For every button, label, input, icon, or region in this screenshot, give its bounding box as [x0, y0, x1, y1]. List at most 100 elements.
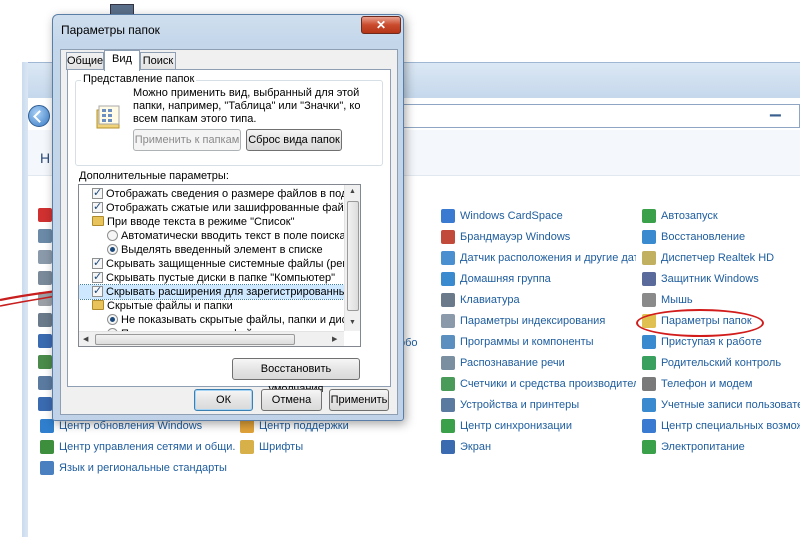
- setting-row[interactable]: Скрывать пустые диски в папке "Компьютер…: [79, 271, 344, 285]
- tab-search[interactable]: Поиск: [140, 52, 176, 70]
- setting-row-hide-extensions[interactable]: Скрывать расширения для зарегистрированн…: [79, 284, 345, 300]
- cp-item-devices[interactable]: Устройства и принтеры: [441, 396, 636, 414]
- display-icon: [441, 440, 455, 454]
- user-icon[interactable]: [38, 376, 52, 390]
- cp-item-label: Учетные записи пользователе: [661, 399, 800, 411]
- cp-item-recovery[interactable]: Восстановление: [642, 228, 800, 246]
- cp-item-label: Автозапуск: [661, 210, 718, 222]
- cp-item-defender[interactable]: Защитник Windows: [642, 270, 800, 288]
- setting-row[interactable]: Скрытые файлы и папки: [79, 299, 344, 313]
- folder-view-description: Можно применить вид, выбранный для этой …: [133, 87, 361, 125]
- folder-options-dialog: Параметры папок ✕ Общие Вид Поиск Предст…: [52, 14, 404, 421]
- cp-item-label: Диспетчер Realtek HD: [661, 252, 775, 264]
- cp-item-cardspace[interactable]: Windows CardSpace: [441, 207, 636, 225]
- homegroup-icon: [441, 272, 455, 286]
- cp-item-performance[interactable]: Счетчики и средства производител...: [441, 375, 636, 393]
- cp-item-network-center[interactable]: Центр управления сетями и общи...: [40, 438, 235, 456]
- checkbox[interactable]: [92, 285, 103, 298]
- display-icon[interactable]: [38, 334, 52, 348]
- cp-item-keyboard[interactable]: Клавиатура: [441, 291, 636, 309]
- cp-item-power[interactable]: Электропитание: [642, 438, 800, 456]
- cp-item-programs[interactable]: Программы и компоненты: [441, 333, 636, 351]
- power-icon: [642, 440, 656, 454]
- setting-row[interactable]: Отображать сведения о размере файлов в п…: [79, 187, 344, 201]
- autoplay-icon: [642, 209, 656, 223]
- device-icon[interactable]: [38, 250, 52, 264]
- cp-item-location[interactable]: Датчик расположения и другие дат...: [441, 249, 636, 267]
- setting-row[interactable]: Автоматически вводить текст в поле поиск…: [79, 229, 344, 243]
- cp-item-parental[interactable]: Родительский контроль: [642, 354, 800, 372]
- cp-item-phone-modem[interactable]: Телефон и модем: [642, 375, 800, 393]
- horizontal-scrollbar[interactable]: ◀ ▶: [79, 331, 344, 346]
- checkbox[interactable]: [92, 271, 103, 284]
- flash-icon[interactable]: [38, 208, 52, 222]
- folder-view-group: Представление папок Можно применить вид,…: [75, 73, 383, 166]
- cp-item-label: Датчик расположения и другие дат...: [460, 252, 636, 264]
- scroll-down-icon[interactable]: ▼: [349, 319, 356, 326]
- scroll-right-icon[interactable]: ▶: [332, 335, 337, 343]
- cp-item-user-accounts[interactable]: Учетные записи пользователе: [642, 396, 800, 414]
- vertical-scrollbar[interactable]: ▲ ▼: [344, 185, 360, 331]
- cp-item-accessibility[interactable]: Центр специальных возможн: [642, 417, 800, 435]
- checkbox[interactable]: [92, 257, 103, 270]
- minimize-icon[interactable]: ▁: [770, 100, 781, 117]
- setting-row[interactable]: Не показывать скрытые файлы, папки и дис…: [79, 313, 344, 327]
- tab-general[interactable]: Общие: [66, 52, 104, 70]
- restore-defaults-button[interactable]: Восстановить умолчания: [232, 358, 360, 395]
- cp-item-firewall[interactable]: Брандмауэр Windows: [441, 228, 636, 246]
- network-center-icon: [40, 440, 54, 454]
- defender-icon: [642, 272, 656, 286]
- vertical-scroll-thumb[interactable]: [347, 201, 359, 311]
- tab-view[interactable]: Вид: [104, 50, 140, 71]
- phone-icon: [642, 377, 656, 391]
- setting-label: Скрывать расширения для зарегистрированн…: [106, 286, 344, 298]
- setting-label: Не показывать скрытые файлы, папки и дис…: [121, 314, 344, 326]
- red-highlight-oval: [636, 309, 764, 337]
- cp-item-label: Мышь: [661, 294, 693, 306]
- windows-update-icon: [40, 419, 54, 433]
- cp-item-homegroup[interactable]: Домашняя группа: [441, 270, 636, 288]
- back-arrow-icon[interactable]: [28, 105, 50, 127]
- checkbox[interactable]: [92, 201, 103, 214]
- apply-button[interactable]: Применить: [329, 389, 389, 411]
- scroll-up-icon[interactable]: ▲: [349, 188, 356, 195]
- setting-row[interactable]: Скрывать защищенные системные файлы (рек…: [79, 257, 344, 271]
- keyboard-icon: [441, 293, 455, 307]
- apply-to-folders-button[interactable]: Применить к папкам: [133, 129, 241, 151]
- advanced-settings-label: Дополнительные параметры:: [79, 170, 229, 182]
- cp-item-display[interactable]: Экран: [441, 438, 636, 456]
- accessibility-icon: [642, 419, 656, 433]
- system-icon[interactable]: [38, 355, 52, 369]
- network-icon[interactable]: [38, 229, 52, 243]
- cp-item-sync[interactable]: Центр синхронизации: [441, 417, 636, 435]
- reset-folders-button[interactable]: Сброс вида папок: [246, 129, 342, 151]
- cp-item-region[interactable]: Язык и региональные стандарты: [40, 459, 240, 477]
- cancel-button[interactable]: Отмена: [261, 389, 322, 411]
- scroll-left-icon[interactable]: ◀: [83, 335, 88, 343]
- cp-item-speech[interactable]: Распознавание речи: [441, 354, 636, 372]
- cp-item-label: Домашняя группа: [460, 273, 551, 285]
- radio-button[interactable]: [107, 314, 118, 325]
- cp-item-fonts[interactable]: Шрифты: [240, 438, 400, 456]
- cp-item-label: Брандмауэр Windows: [460, 231, 571, 243]
- setting-row[interactable]: Отображать сжатые или зашифрованные файл…: [79, 201, 344, 215]
- update-icon[interactable]: [38, 397, 52, 411]
- radio-button[interactable]: [107, 230, 118, 241]
- cp-item-indexing[interactable]: Параметры индексирования: [441, 312, 636, 330]
- setting-row[interactable]: При вводе текста в режиме "Список": [79, 215, 344, 229]
- checkbox[interactable]: [92, 187, 103, 200]
- microphone-icon: [441, 356, 455, 370]
- advanced-settings-tree[interactable]: Отображать сведения о размере файлов в п…: [78, 184, 361, 347]
- radio-button[interactable]: [107, 244, 118, 255]
- close-icon[interactable]: ✕: [361, 16, 401, 34]
- cp-item-autoplay[interactable]: Автозапуск: [642, 207, 800, 225]
- ok-button[interactable]: ОК: [194, 389, 253, 411]
- cp-item-label: Клавиатура: [460, 294, 520, 306]
- cp-item-label: Приступая к работе: [661, 336, 762, 348]
- cp-item-realtek[interactable]: Диспетчер Realtek HD: [642, 249, 800, 267]
- view-tab-pane: Представление папок Можно применить вид,…: [67, 69, 391, 395]
- cp-item-mouse[interactable]: Мышь: [642, 291, 800, 309]
- setting-row[interactable]: Выделять введенный элемент в списке: [79, 243, 344, 257]
- setting-label: Скрывать защищенные системные файлы (рек…: [106, 258, 344, 270]
- horizontal-scroll-thumb[interactable]: [95, 334, 295, 345]
